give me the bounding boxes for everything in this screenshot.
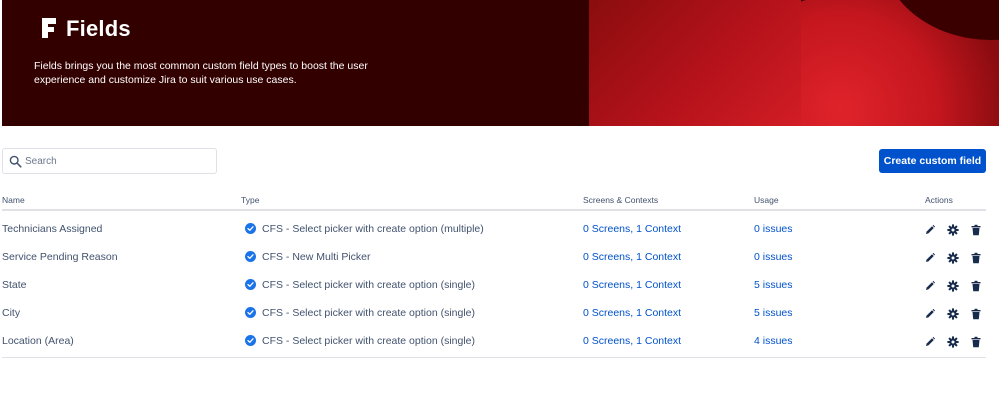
page-title: Fields <box>66 16 131 41</box>
gear-icon[interactable] <box>947 280 959 292</box>
usage-link[interactable]: 5 issues <box>754 271 793 299</box>
trash-icon[interactable] <box>970 336 982 348</box>
usage-link[interactable]: 0 issues <box>754 243 793 271</box>
field-name: Technicians Assigned <box>2 223 103 235</box>
usage-link[interactable]: 4 issues <box>754 327 793 355</box>
gear-icon[interactable] <box>947 252 959 264</box>
gear-icon[interactable] <box>947 308 959 320</box>
field-type: CFS - Select picker with create option (… <box>245 271 475 299</box>
check-circle-icon <box>245 251 256 263</box>
column-header-screens: Screens & Contexts <box>583 195 659 205</box>
pencil-icon[interactable] <box>924 336 936 348</box>
row-actions <box>924 280 990 292</box>
screens-contexts-link[interactable]: 0 Screens, 1 Context <box>583 243 681 271</box>
field-type-label: CFS - Select picker with create option (… <box>262 335 475 347</box>
field-type: CFS - Select picker with create option (… <box>245 299 475 327</box>
usage-link[interactable]: 0 issues <box>754 215 793 243</box>
table-row: Service Pending Reason CFS - New Multi P… <box>0 243 999 271</box>
row-actions <box>924 224 990 236</box>
pencil-icon[interactable] <box>924 224 936 236</box>
trash-icon[interactable] <box>970 280 982 292</box>
column-header-usage: Usage <box>754 195 779 205</box>
field-type-label: CFS - New Multi Picker <box>262 251 371 263</box>
usage-link[interactable]: 5 issues <box>754 299 793 327</box>
trash-icon[interactable] <box>970 308 982 320</box>
screens-contexts-link[interactable]: 0 Screens, 1 Context <box>583 271 681 299</box>
column-header-actions: Actions <box>925 195 953 205</box>
check-circle-icon <box>245 279 256 291</box>
check-circle-icon <box>245 223 256 235</box>
field-name: Service Pending Reason <box>2 251 118 263</box>
field-name: Location (Area) <box>2 335 74 347</box>
page-description: Fields brings you the most common custom… <box>34 60 368 86</box>
search-input[interactable] <box>25 152 211 170</box>
fields-logo-icon <box>42 18 56 38</box>
row-actions <box>924 308 990 320</box>
field-type: CFS - New Multi Picker <box>245 243 371 271</box>
trash-icon[interactable] <box>970 252 982 264</box>
pencil-icon[interactable] <box>924 280 936 292</box>
screens-contexts-link[interactable]: 0 Screens, 1 Context <box>583 327 681 355</box>
table-row: City CFS - Select picker with create opt… <box>0 299 999 327</box>
hero-decor-panel <box>589 0 801 126</box>
field-type-label: CFS - Select picker with create option (… <box>262 223 484 235</box>
pencil-icon[interactable] <box>924 308 936 320</box>
table-bottom-divider <box>2 357 986 358</box>
field-name: State <box>2 279 27 291</box>
column-header-type[interactable]: Type <box>241 195 259 205</box>
check-circle-icon <box>245 307 256 319</box>
column-header-name[interactable]: Name <box>2 195 25 205</box>
table-row: Technicians Assigned CFS - Select picker… <box>0 215 999 243</box>
hero-decor-shape <box>801 0 999 126</box>
screens-contexts-link[interactable]: 0 Screens, 1 Context <box>583 215 681 243</box>
field-type: CFS - Select picker with create option (… <box>245 327 475 355</box>
field-name: City <box>2 307 21 319</box>
trash-icon[interactable] <box>970 224 982 236</box>
pencil-icon[interactable] <box>924 252 936 264</box>
table-header-divider <box>2 209 986 211</box>
search-icon <box>9 155 22 168</box>
create-custom-field-button[interactable]: Create custom field <box>879 149 986 173</box>
table-row: Location (Area) CFS - Select picker with… <box>0 327 999 355</box>
row-actions <box>924 252 990 264</box>
field-type-label: CFS - Select picker with create option (… <box>262 279 475 291</box>
gear-icon[interactable] <box>947 336 959 348</box>
field-type: CFS - Select picker with create option (… <box>245 215 484 243</box>
check-circle-icon <box>245 335 256 347</box>
screens-contexts-link[interactable]: 0 Screens, 1 Context <box>583 299 681 327</box>
hero-banner: Fields Fields brings you the most common… <box>2 0 999 126</box>
table-row: State CFS - Select picker with create op… <box>0 271 999 299</box>
gear-icon[interactable] <box>947 224 959 236</box>
search-box[interactable] <box>2 148 217 174</box>
row-actions <box>924 336 990 348</box>
field-type-label: CFS - Select picker with create option (… <box>262 307 475 319</box>
